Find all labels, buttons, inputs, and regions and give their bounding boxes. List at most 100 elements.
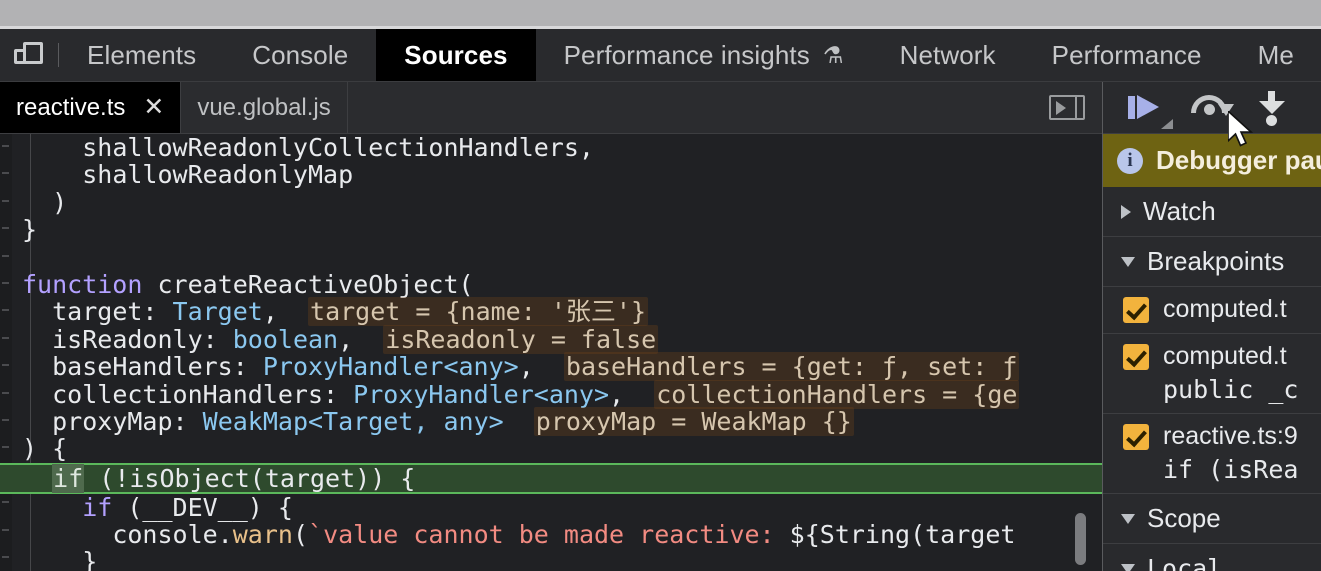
breakpoint-checkbox[interactable]	[1123, 423, 1149, 450]
device-toolbar-button[interactable]	[0, 29, 58, 81]
code-line[interactable]: isReadonly: boolean, isReadonly = false	[0, 324, 1103, 354]
inline-value-hint: proxyMap = WeakMap {}	[533, 406, 854, 436]
code-line[interactable]: collectionHandlers: ProxyHandler<any>, c…	[0, 379, 1103, 409]
code-content[interactable]: shallowReadonlyCollectionHandlers, shall…	[0, 134, 1103, 571]
scope-group-local[interactable]: Local	[1103, 544, 1321, 571]
code-token: (!isObject(target)) {	[84, 463, 416, 493]
step-into-next-function-call-button[interactable]	[1241, 82, 1303, 134]
tab-label: Elements	[87, 39, 197, 70]
editor-tab-spacer	[348, 82, 1031, 133]
code-token: ,	[609, 379, 625, 409]
editor-tab-vue-global-js[interactable]: vue.global.js	[181, 82, 348, 133]
code-token: (	[292, 520, 309, 550]
step-over-next-function-call-button[interactable]	[1179, 82, 1241, 134]
chevron-down-icon	[1121, 563, 1135, 571]
chevron-down-icon	[1121, 513, 1135, 524]
code-token: shallowReadonlyMap	[82, 160, 354, 190]
code-token: WeakMap<Target, any>	[202, 406, 504, 436]
code-token: ,	[262, 297, 278, 327]
editor-tab-strip: reactive.ts ✕ vue.global.js	[0, 82, 1103, 134]
debugger-controls	[1103, 82, 1321, 134]
tab-console[interactable]: Console	[224, 29, 376, 81]
code-token: ProxyHandler<any>	[262, 352, 519, 382]
tab-label: Sources	[404, 39, 508, 70]
editor-tab-label: reactive.ts	[16, 93, 126, 121]
breakpoint-item[interactable]: computed.t public _c	[1103, 334, 1321, 414]
devtools-panel-tabs: Elements Console Sources Performance insigh…	[59, 29, 1321, 81]
tab-performance[interactable]: Performance	[1024, 29, 1230, 81]
breakpoint-item[interactable]: reactive.ts:9 if (isRea	[1103, 414, 1321, 494]
step-over-icon	[1188, 93, 1234, 123]
code-line[interactable]: shallowReadonlyCollectionHandlers,	[0, 134, 1103, 161]
editor-tab-reactive-ts[interactable]: reactive.ts ✕	[0, 82, 182, 133]
code-token: baseHandlers	[52, 352, 233, 382]
code-line[interactable]: baseHandlers: ProxyHandler<any>, baseHan…	[0, 352, 1103, 382]
code-token: ,	[518, 352, 534, 382]
breakpoint-checkbox[interactable]	[1123, 343, 1149, 370]
inline-value-hint: baseHandlers = {get: ƒ, set: ƒ	[563, 352, 1020, 382]
tab-label: Performance insights	[563, 39, 810, 70]
sidebar-section-scope[interactable]: Scope	[1103, 494, 1321, 544]
experiment-flask-icon: ⚗	[822, 41, 844, 68]
tab-sources[interactable]: Sources	[376, 29, 536, 81]
tab-elements[interactable]: Elements	[59, 29, 224, 81]
breakpoint-location: computed.t	[1163, 342, 1287, 370]
resume-script-execution-button[interactable]	[1117, 82, 1179, 134]
device-toolbar-icon	[14, 40, 44, 70]
tab-label: Console	[252, 39, 349, 70]
devtools-tab-bar: Elements Console Sources Performance insigh…	[0, 29, 1321, 82]
code-line[interactable]: shallowReadonlyMap	[0, 161, 1103, 188]
code-token: (__DEV__) {	[112, 492, 293, 522]
info-icon: i	[1117, 147, 1143, 174]
execution-highlight-token: if	[52, 463, 85, 493]
code-line[interactable]: )	[0, 189, 1103, 216]
code-line[interactable]: if (__DEV__) {	[0, 492, 1103, 522]
show-navigator-button[interactable]	[1031, 82, 1103, 133]
editor-scrollbar-thumb[interactable]	[1075, 513, 1086, 565]
sidebar-section-watch[interactable]: Watch	[1103, 187, 1321, 237]
code-token: `value cannot be made reactive:	[308, 520, 790, 550]
code-line[interactable]: ) {	[0, 435, 1103, 462]
code-line[interactable]: }	[0, 548, 1103, 571]
code-token: ProxyHandler<any>	[353, 379, 610, 409]
code-line[interactable]: }	[0, 216, 1103, 243]
inline-value-hint: isReadonly = false	[383, 324, 659, 354]
hint-gap	[353, 325, 383, 354]
code-token: ,	[338, 324, 354, 354]
code-line-current[interactable]: if (!isObject(target)) {	[0, 462, 1103, 494]
code-token: :	[323, 379, 354, 409]
tab-performance-insights[interactable]: Performance insights ⚗	[536, 29, 872, 81]
close-icon[interactable]: ✕	[143, 95, 164, 120]
hint-gap	[534, 352, 564, 381]
scope-group-label: Local	[1147, 554, 1223, 571]
code-line[interactable]	[0, 244, 1103, 271]
code-token: function	[22, 269, 143, 299]
editor-scrollbar-track[interactable]	[1075, 134, 1095, 571]
tab-me[interactable]: Me	[1230, 29, 1321, 81]
code-token: :	[142, 297, 173, 327]
code-line[interactable]: proxyMap: WeakMap<Target, any> proxyMap …	[0, 406, 1103, 436]
code-line[interactable]: target: Target, target = {name: '张三'}	[0, 297, 1103, 327]
breakpoint-item[interactable]: computed.t	[1103, 287, 1321, 334]
debugger-paused-text: Debugger pau	[1156, 145, 1321, 175]
sidebar-section-breakpoints[interactable]: Breakpoints	[1103, 237, 1321, 287]
code-editor[interactable]: shallowReadonlyCollectionHandlers, shall…	[0, 134, 1103, 571]
code-line[interactable]: function createReactiveObject(	[0, 271, 1103, 298]
code-line[interactable]: console.warn(`value cannot be made react…	[0, 521, 1103, 548]
browser-chrome-strip	[0, 0, 1321, 26]
breakpoint-checkbox[interactable]	[1123, 296, 1149, 323]
tab-label: Network	[899, 39, 996, 70]
chevron-right-icon	[1121, 204, 1131, 219]
code-token: String	[819, 520, 911, 550]
tab-network[interactable]: Network	[872, 29, 1024, 81]
